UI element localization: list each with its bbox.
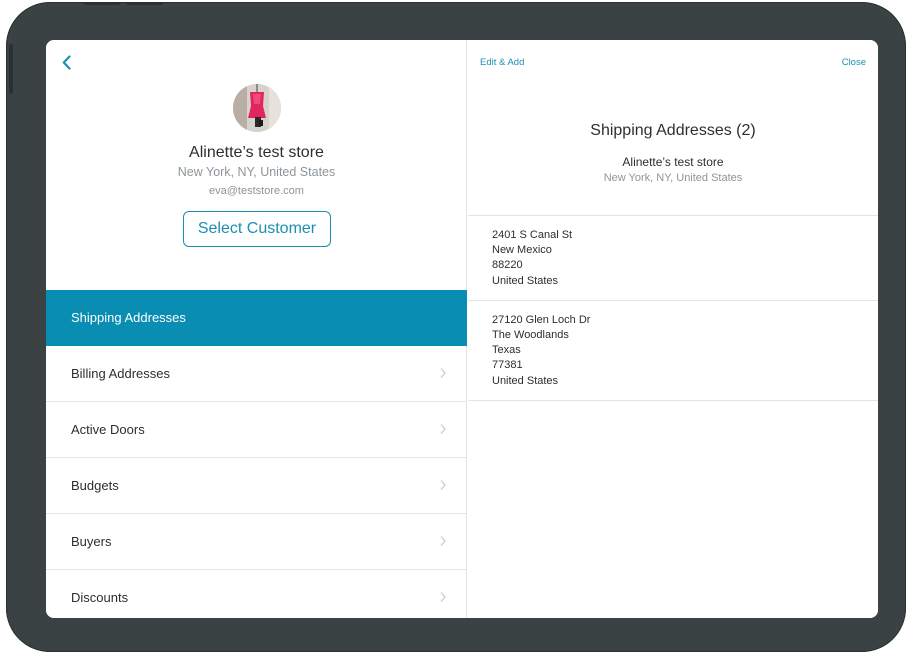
chevron-right-icon <box>440 592 446 602</box>
address-line: The Woodlands <box>492 329 569 342</box>
detail-store-name: Alinette’s test store <box>622 155 724 169</box>
address-line: United States <box>492 274 559 287</box>
volume-button <box>127 2 163 5</box>
menu-item-label: Discounts <box>71 590 129 605</box>
back-button[interactable] <box>56 50 76 76</box>
detail-store-location: New York, NY, United States <box>603 172 743 184</box>
avatar <box>233 84 281 132</box>
page-title: Shipping Addresses (2) <box>590 122 756 139</box>
shipping-addresses-pane: Edit & Add Close Shipping Addresses (2) … <box>468 40 878 618</box>
menu-item-label: Budgets <box>71 478 119 493</box>
menu-item-label: Shipping Addresses <box>71 310 186 325</box>
address-line: 27120 Glen Loch Dr <box>492 313 591 326</box>
menu-item-budgets[interactable]: Budgets <box>46 458 467 514</box>
menu-item-label: Buyers <box>71 534 112 549</box>
address-line: 88220 <box>492 259 523 272</box>
customer-name: Alinette’s test store <box>189 144 324 161</box>
chevron-right-icon <box>440 480 446 490</box>
address-list: 2401 S Canal St New Mexico 88220 United … <box>468 215 878 401</box>
menu-item-discounts[interactable]: Discounts <box>46 570 467 618</box>
address-item[interactable]: 27120 Glen Loch Dr The Woodlands Texas 7… <box>468 301 878 401</box>
menu-item-shipping-addresses[interactable]: Shipping Addresses <box>46 290 467 346</box>
address-line: 77381 <box>492 359 523 372</box>
menu-item-label: Active Doors <box>71 422 145 437</box>
menu-item-buyers[interactable]: Buyers <box>46 514 467 570</box>
address-line: United States <box>492 374 559 387</box>
address-line: Texas <box>492 344 521 357</box>
address-line: New Mexico <box>492 244 552 257</box>
tablet-frame: Alinette’s test store New York, NY, Unit… <box>6 2 906 652</box>
edit-add-button[interactable]: Edit & Add <box>480 57 524 68</box>
select-customer-button[interactable]: Select Customer <box>183 211 331 247</box>
chevron-right-icon <box>440 424 446 434</box>
volume-button <box>84 2 120 5</box>
screen: Alinette’s test store New York, NY, Unit… <box>46 40 878 618</box>
address-item[interactable]: 2401 S Canal St New Mexico 88220 United … <box>468 216 878 301</box>
customer-location: New York, NY, United States <box>177 165 336 179</box>
menu-item-billing-addresses[interactable]: Billing Addresses <box>46 346 467 402</box>
menu-item-active-doors[interactable]: Active Doors <box>46 402 467 458</box>
customer-email: eva@teststore.com <box>209 185 304 197</box>
chevron-right-icon <box>440 536 446 546</box>
close-button[interactable]: Close <box>842 57 866 68</box>
chevron-right-icon <box>440 368 446 378</box>
address-line: 2401 S Canal St <box>492 229 573 241</box>
customer-menu: Shipping Addresses Billing Addresses Act… <box>46 290 467 618</box>
power-button <box>9 44 13 94</box>
menu-item-label: Billing Addresses <box>71 366 170 381</box>
customer-pane: Alinette’s test store New York, NY, Unit… <box>46 40 467 618</box>
chevron-left-icon <box>62 55 71 70</box>
